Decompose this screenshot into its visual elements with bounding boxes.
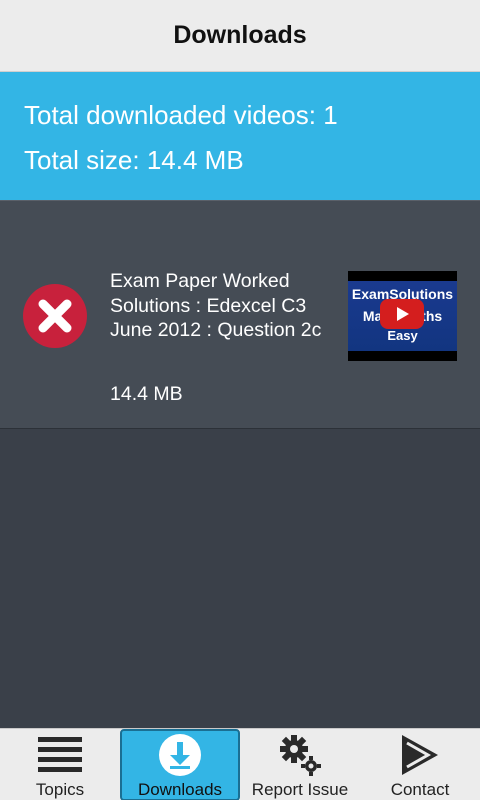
tab-label: Downloads [137, 780, 223, 799]
page-title: Downloads [173, 21, 307, 49]
video-thumbnail[interactable]: ExamSolutions Make Maths Easy [348, 271, 457, 361]
download-icon [159, 734, 201, 776]
downloads-list: Exam Paper Worked Solutions : Edexcel C3… [0, 200, 480, 728]
tab-topics[interactable]: Topics [0, 729, 120, 800]
play-icon [380, 299, 424, 329]
tab-label: Contact [390, 780, 450, 799]
thumbnail-tagline-text-2: Easy [387, 328, 418, 343]
menu-lines-icon [38, 737, 82, 772]
tab-label: Report Issue [251, 780, 349, 799]
tab-label: Topics [35, 780, 85, 799]
bottom-tab-bar: Topics Downloads Report Issue Contact [0, 728, 480, 800]
app-header: Downloads [0, 0, 480, 72]
tab-downloads[interactable]: Downloads [120, 729, 240, 800]
total-videos-text: Total downloaded videos: 1 [24, 100, 338, 130]
tab-report-issue[interactable]: Report Issue [240, 729, 360, 800]
gears-icon [280, 735, 321, 776]
downloads-summary: Total downloaded videos: 1 Total size: 1… [0, 72, 480, 200]
delete-button[interactable] [23, 284, 87, 348]
delete-circle-icon [38, 299, 72, 333]
tab-contact[interactable]: Contact [360, 729, 480, 800]
send-arrow-icon [402, 735, 438, 775]
list-item[interactable]: Exam Paper Worked Solutions : Edexcel C3… [0, 200, 480, 429]
video-title: Exam Paper Worked Solutions : Edexcel C3… [110, 270, 322, 341]
total-size-text: Total size: 14.4 MB [24, 145, 244, 175]
video-size: 14.4 MB [110, 383, 183, 405]
